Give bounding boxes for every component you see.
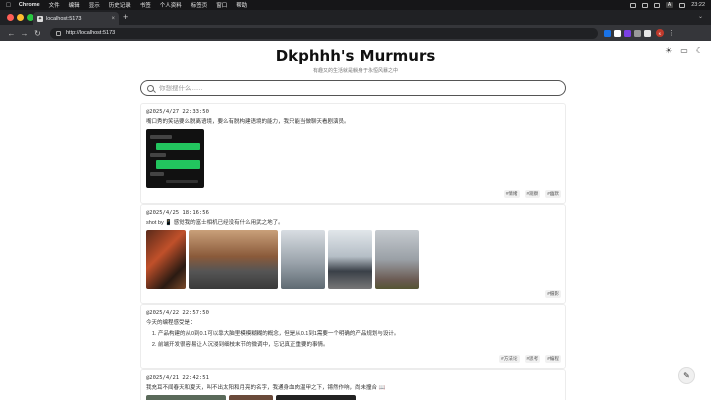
post-date: @2025/4/25 18:16:56 [146,210,209,216]
post-image-photo[interactable] [146,395,226,400]
post-images [146,395,561,400]
post-date: @2025/4/22 22:57:50 [146,310,209,316]
tag[interactable]: #观察 [524,190,541,198]
site-favicon-icon: ✦ [37,15,43,22]
extension-purple-icon[interactable] [624,29,631,37]
back-button[interactable]: ← [5,29,18,38]
tag[interactable]: #编程 [545,355,561,363]
menu-bookmarks[interactable]: 书签 [140,1,151,9]
post-images [146,129,561,188]
extension-grey-icon[interactable] [634,29,641,37]
extension-notion-icon[interactable] [614,29,621,37]
browser-tab[interactable]: ✦ localhost:5173 × [33,12,119,25]
compose-post-button[interactable]: ✎ [678,367,695,384]
address-url[interactable]: http://localhost:5173 [66,30,115,36]
apple-icon[interactable]:  [6,2,11,9]
input-method-icon[interactable]: A [665,2,674,8]
post-tags: #情绪 #观察 #幽默 [503,190,561,198]
post-image-photo[interactable] [375,230,419,289]
reload-button[interactable]: ↻ [31,29,44,38]
post-image-photo[interactable] [189,230,278,289]
battery-icon[interactable] [629,2,636,8]
post-image-photo[interactable] [328,230,372,289]
post-list-item: 前端开发很容易让人沉浸到细枝末节的微调中，忘记真正重要的事情。 [158,340,561,351]
search-box[interactable] [140,80,566,96]
menu-profile[interactable]: 个人资料 [160,1,182,9]
site-subtitle: 有趣又的生活就是躺身于永恒风暴之中 [312,68,398,74]
profile-avatar[interactable]: K [656,29,664,37]
post-list: 产品构建的从0到0.1可以靠大脑里模模糊糊的概念，但是从0.1到1需要一个明确的… [146,329,561,351]
edit-pencil-icon: ✎ [683,371,690,380]
post-image-photo[interactable] [276,395,356,400]
post-card: @2025/4/21 22:42:51 我充耳不闻春天和夏天，叫不出太阳和月亮的… [140,369,566,400]
macos-menubar:  Chrome 文件 编辑 显示 历史记录 书签 个人资料 标签页 窗口 帮助… [0,0,711,10]
tag[interactable]: #情绪 [503,190,520,198]
tag[interactable]: #摄影 [545,290,561,298]
menu-app-chrome[interactable]: Chrome [19,2,40,8]
post-feed: @2025/4/27 22:33:50 嘴口秀的笑话要么脱离语境，要么有脱构建语… [140,103,566,400]
control-center-icon[interactable] [653,2,660,8]
new-tab-button[interactable]: + [123,12,128,23]
tab-title: localhost:5173 [46,15,82,22]
window-minimize-button[interactable] [17,14,24,21]
post-text: shot by 📱 感觉我的富士相机已经没有什么用武之地了。 [146,220,284,226]
address-bar[interactable]: http://localhost:5173 [50,27,598,39]
browser-toolbar: ← → ↻ http://localhost:5173 K ⋮ [0,25,711,41]
post-image-photo[interactable] [229,395,273,400]
post-card: @2025/4/27 22:33:50 嘴口秀的笑话要么脱离语境，要么有脱构建语… [140,103,566,204]
browser-tabbar: ✦ localhost:5173 × + ⌄ [0,10,711,25]
menu-tabs[interactable]: 标签页 [191,1,208,9]
tag[interactable]: #思考 [524,355,541,363]
post-image-photo[interactable] [281,230,325,289]
post-image-chat-screenshot[interactable] [146,129,204,188]
extension-translate-icon[interactable] [604,29,611,37]
web-page: ☀ ▭ ☾ Dkphhh's Murmurs 有趣又的生活就是躺身于永恒风暴之中… [0,41,711,400]
post-tags: #方法论 #思考 #编程 [499,355,561,363]
post-text: 我充耳不闻春天和夏天，叫不出太阳和月亮的名字，我通身血肉温甲之下，锵然作响，尚未… [146,385,386,391]
menu-window[interactable]: 窗口 [216,1,227,9]
search-input[interactable] [159,84,559,92]
post-image-photo[interactable] [146,230,186,289]
menu-view[interactable]: 显示 [89,1,100,9]
search-icon [147,84,154,92]
forward-button[interactable]: → [18,29,31,38]
tab-search-chevron-icon[interactable]: ⌄ [698,13,703,20]
menubar-clock[interactable]: 23:22 [691,2,705,8]
tag[interactable]: #方法论 [499,355,520,363]
post-list-item: 产品构建的从0到0.1可以靠大脑里模模糊糊的概念，但是从0.1到1需要一个明确的… [158,329,561,340]
tag[interactable]: #幽默 [545,190,561,198]
post-card: @2025/4/22 22:57:50 今天的编程感受是： 产品构建的从0到0.… [140,304,566,369]
menubar-status-area: A 23:22 [629,2,705,8]
extensions-puzzle-icon[interactable] [644,29,651,37]
site-title: Dkphhh's Murmurs [275,47,436,65]
browser-menu-icon[interactable]: ⋮ [668,29,675,37]
post-text: 今天的编程感受是： [146,320,196,326]
site-info-icon[interactable] [56,30,61,36]
menu-edit[interactable]: 编辑 [69,1,80,9]
post-text: 嘴口秀的笑话要么脱离语境，要么有脱构建语境的能力，我只能当做聊天看剧演员。 [146,119,350,125]
post-date: @2025/4/27 22:33:50 [146,109,209,115]
extensions-area [604,29,651,37]
menu-file[interactable]: 文件 [49,1,60,9]
tab-close-icon[interactable]: × [111,16,115,22]
post-date: @2025/4/21 22:42:51 [146,375,209,381]
window-close-button[interactable] [7,14,14,21]
post-images [146,230,561,289]
menu-history[interactable]: 历史记录 [109,1,131,9]
post-card: @2025/4/25 18:16:56 shot by 📱 感觉我的富士相机已经… [140,204,566,304]
spotlight-icon[interactable] [679,2,686,8]
post-tags: #摄影 [545,290,561,298]
wifi-icon[interactable] [641,2,648,8]
menu-help[interactable]: 帮助 [236,1,247,9]
